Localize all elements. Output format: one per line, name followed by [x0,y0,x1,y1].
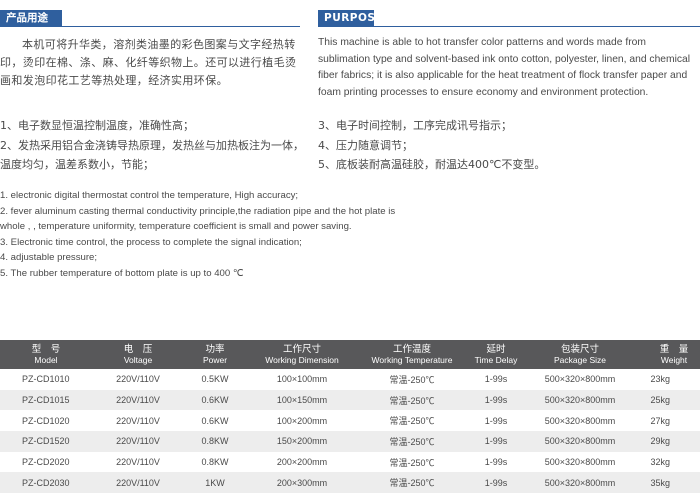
cell-package: 500×320×800mm [544,374,616,385]
cell-temperature: 常温-250℃ [389,436,435,447]
cell-model: PZ-CD1015 [22,395,70,406]
cell-delay: 1-99s [484,457,508,468]
cell-voltage: 220V/110V [116,436,160,447]
cell-model: PZ-CD1020 [22,415,70,426]
cell-package: 500×320×800mm [544,477,616,488]
cell-temperature: 常温-250℃ [389,395,435,406]
cell-package: 500×320×800mm [544,436,616,447]
feature-item: 3、电子时间控制，工序完成讯号指示； [318,119,512,132]
feature-item-en: 3. Electronic time control, the process … [0,236,302,248]
cell-dimension: 150×200mm [276,436,328,447]
cell-voltage: 220V/110V [116,374,160,385]
cell-temperature: 常温-250℃ [389,457,435,468]
cell-model: PZ-CD2030 [22,477,70,488]
intro-paragraph-cn: 本机可将升华类，溶剂类油墨的彩色图案与文字经热转印，烫印在棉、涤、麻、化纤等织物… [0,38,297,87]
cell-power: 0.6KW [201,415,229,426]
table-row: PZ-CD1020 220V/110V 0.6KW 100×200mm 常温-2… [0,410,700,432]
cell-model: PZ-CD2020 [22,457,70,468]
cell-package: 500×320×800mm [544,395,616,406]
table-row: PZ-CD1015 220V/110V 0.6KW 100×150mm 常温-2… [0,389,700,411]
header-temperature: 工作温度 Working Temperature [371,343,453,365]
cell-package: 500×320×800mm [544,415,616,426]
cell-power: 0.5KW [201,374,229,385]
cell-delay: 1-99s [484,415,508,426]
cell-voltage: 220V/110V [116,457,160,468]
table-header-row: 型 号 Model 电 压 Voltage 功率 Power 工作尺寸 Working … [0,340,700,369]
cell-model: PZ-CD1010 [22,374,70,385]
table-row: PZ-CD2020 220V/110V 0.8KW 200×200mm 常温-2… [0,451,700,473]
section-heading-cn: 产品用途 [0,10,62,27]
cell-power: 0.8KW [201,457,229,468]
feature-item-en: 2. fever aluminum casting thermal conduc… [0,205,396,217]
cell-weight: 27kg [650,415,670,426]
cell-weight: 29kg [650,436,670,447]
spec-table: 型 号 Model 电 压 Voltage 功率 Power 工作尺寸 Working … [0,340,700,494]
header-package: 包装尺寸 Package Size [554,343,606,365]
cell-weight: 35kg [650,477,670,488]
feature-list-en: 1. electronic digital thermostat control… [0,188,560,282]
cell-weight: 25kg [650,395,670,406]
cell-voltage: 220V/110V [116,395,160,406]
cell-power: 1KW [205,477,225,488]
cell-dimension: 100×100mm [276,374,328,385]
cell-dimension: 200×300mm [276,477,328,488]
cell-temperature: 常温-250℃ [389,478,435,489]
header-delay: 延时 Time Delay [474,343,518,365]
heading-underline-cn [0,26,300,27]
cell-voltage: 220V/110V [116,415,160,426]
cell-package: 500×320×800mm [544,457,616,468]
table-row: PZ-CD1010 220V/110V 0.5KW 100×100mm 常温-2… [0,369,700,390]
cell-power: 0.6KW [201,395,229,406]
cell-delay: 1-99s [484,436,508,447]
cell-power: 0.8KW [201,436,229,447]
feature-item-en: 4. adjustable pressure; [0,252,98,264]
header-model: 型 号 Model [31,343,61,365]
cell-dimension: 100×150mm [276,395,328,406]
feature-item-en: 5. The rubber temperature of bottom plat… [0,267,244,279]
cell-delay: 1-99s [484,395,508,406]
header-dimension: 工作尺寸 Working Dimension [265,343,339,365]
feature-item: 5、底板装耐高温硅胶，耐温达400℃不变型。 [318,158,546,171]
feature-item: 4、压力随意调节； [318,138,413,152]
table-row: PZ-CD2030 220V/110V 1KW 200×300mm 常温-250… [0,472,700,494]
header-weight: 重 量 Weight [659,343,689,365]
cell-voltage: 220V/110V [116,477,160,488]
feature-list-cn-right: 3、电子时间控制，工序完成讯号指示； 4、压力随意调节； 5、底板装耐高温硅胶，… [318,116,698,175]
table-row: PZ-CD1520 220V/110V 0.8KW 150×200mm 常温-2… [0,431,700,452]
section-heading-en: PURPOSE [318,10,383,27]
feature-list-cn-left: 1、电子数显恒温控制温度，准确性高； 2、发热采用铝合金浇铸导热原理，发热丝与加… [0,116,312,175]
intro-paragraph-en: This machine is able to hot transfer col… [318,37,691,98]
cell-temperature: 常温-250℃ [389,416,435,427]
cell-temperature: 常温-250℃ [389,374,435,385]
heading-underline-en [318,26,700,27]
feature-item-en: 1. electronic digital thermostat control… [0,190,299,201]
cell-model: PZ-CD1520 [22,436,70,447]
cell-delay: 1-99s [484,374,508,385]
feature-item: 1、电子数显恒温控制温度，准确性高； [0,119,194,132]
feature-item-en: whole , , temperature uniformity, temper… [0,221,352,233]
cell-weight: 32kg [650,457,670,468]
header-power: 功率 Power [202,343,228,365]
cell-dimension: 100×200mm [276,415,328,426]
cell-weight: 23kg [650,374,670,385]
cell-delay: 1-99s [484,477,508,488]
header-voltage: 电 压 Voltage [123,343,153,365]
feature-item: 2、发热采用铝合金浇铸导热原理，发热丝与加热板注为一体，温度均匀，温差系数小，节… [0,138,304,172]
cell-dimension: 200×200mm [276,457,328,468]
